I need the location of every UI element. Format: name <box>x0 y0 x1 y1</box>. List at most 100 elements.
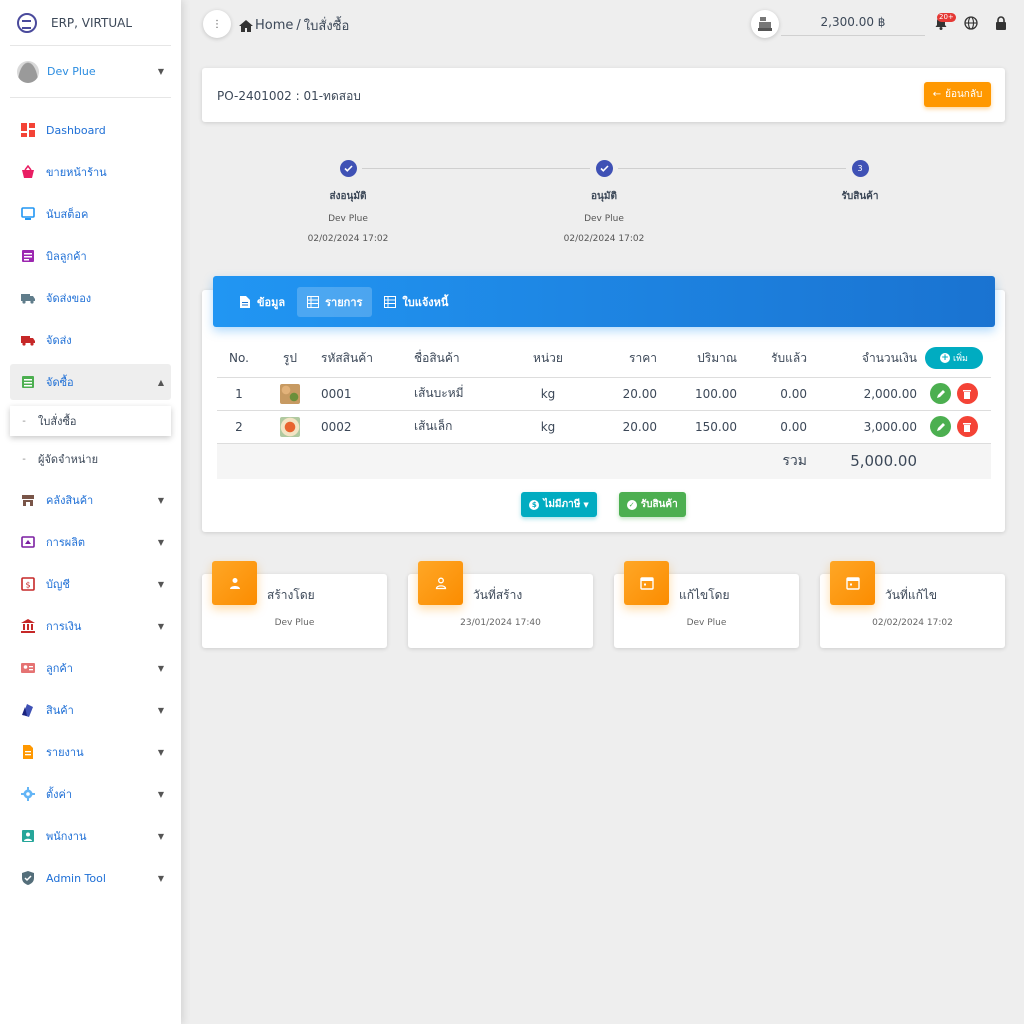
product-thumbnail[interactable] <box>261 410 319 444</box>
arrow-left-icon: ← <box>932 89 942 100</box>
sidebar-subitem-label: ผู้จัดจำหน่าย <box>38 453 99 466</box>
sidebar-item-settings[interactable]: ตั้งค่า ▼ <box>10 776 171 812</box>
home-icon <box>239 19 253 32</box>
bank-icon <box>10 619 46 633</box>
sidebar-item-customer-bill[interactable]: บิลลูกค้า <box>10 238 171 274</box>
pencil-icon <box>936 389 945 398</box>
col-qty: ปริมาณ <box>657 340 737 378</box>
tab-items[interactable]: รายการ <box>297 286 373 317</box>
row-unit: kg <box>509 410 587 444</box>
tab-label: ใบแจ้งหนี้ <box>402 295 449 309</box>
sidebar-item-accounting[interactable]: $ บัญชี ▼ <box>10 566 171 602</box>
tab-info[interactable]: ข้อมูล <box>229 287 295 317</box>
tax-label: ไม่มีภาษี <box>543 499 581 510</box>
delete-button[interactable] <box>956 383 978 404</box>
document-icon <box>240 295 250 308</box>
sidebar-item-finance[interactable]: การเงิน ▼ <box>10 608 171 644</box>
sidebar-subitem-purchase-order[interactable]: - ใบสั่งซื้อ <box>10 406 171 436</box>
lock-icon[interactable] <box>994 16 1008 30</box>
sidebar-item-pos[interactable]: ขายหน้าร้าน <box>10 154 171 190</box>
monitor-icon <box>10 207 46 221</box>
brand[interactable]: ERP, VIRTUAL <box>10 0 171 46</box>
truck-icon <box>10 333 46 347</box>
plus-icon: + <box>940 353 951 364</box>
info-card-edited-date: วันที่แก้ไข 02/02/2024 17:02 <box>820 561 1005 648</box>
sidebar-item-delivery-goods[interactable]: จัดส่งของ <box>10 280 171 316</box>
step-receive: 3 รับสินค้า <box>790 160 930 204</box>
edit-button[interactable] <box>930 383 952 404</box>
step-approve: อนุมัติ Dev Plue 02/02/2024 17:02 <box>534 160 674 244</box>
cash-register-button[interactable] <box>751 10 779 38</box>
add-item-button[interactable]: + เพิ่ม <box>925 347 983 370</box>
tab-label: ข้อมูล <box>257 295 286 309</box>
sidebar-item-purchasing[interactable]: จัดซื้อ ▲ <box>10 364 171 400</box>
back-button[interactable]: ← ย้อนกลับ <box>924 82 991 107</box>
store-icon <box>10 493 46 507</box>
list-icon <box>10 375 46 389</box>
tab-label: รายการ <box>325 295 363 309</box>
breadcrumb-home[interactable]: Home <box>255 18 293 33</box>
user-menu[interactable]: Dev Plue ▼ <box>10 46 171 98</box>
sidebar-item-customers[interactable]: ลูกค้า ▼ <box>10 650 171 686</box>
row-received: 0.00 <box>737 410 807 444</box>
row-qty: 150.00 <box>657 410 737 444</box>
sidebar-item-production[interactable]: การผลิต ▼ <box>10 524 171 560</box>
tax-dropdown-button[interactable]: $ ไม่มีภาษี ▼ <box>521 492 597 517</box>
tab-invoice[interactable]: ใบแจ้งหนี้ <box>374 287 458 317</box>
step-date: 02/02/2024 17:02 <box>563 234 645 244</box>
row-price: 20.00 <box>587 410 657 444</box>
sidebar-item-employees[interactable]: พนักงาน ▼ <box>10 818 171 854</box>
info-title: วันที่สร้าง <box>473 588 523 602</box>
info-title: สร้างโดย <box>267 588 315 602</box>
sidebar-item-label: บิลลูกค้า <box>46 250 87 263</box>
row-received: 0.00 <box>737 377 807 411</box>
sidebar-item-products[interactable]: สินค้า ▼ <box>10 692 171 728</box>
sidebar-item-admin-tool[interactable]: Admin Tool ▼ <box>10 860 171 896</box>
dash-marker: - <box>22 415 26 427</box>
chevron-down-icon: ▼ <box>157 747 165 757</box>
col-amount: จำนวนเงิน <box>807 340 917 378</box>
delete-button[interactable] <box>956 416 978 437</box>
total-value: 5,000.00 <box>807 443 917 479</box>
tag-icon <box>10 703 46 717</box>
tabs-bar: ข้อมูล รายการ ใบแจ้งหนี้ <box>213 276 995 327</box>
chevron-down-icon: ▼ <box>157 579 165 589</box>
globe-icon[interactable] <box>964 16 978 30</box>
sidebar-item-label: การผลิต <box>46 536 86 549</box>
sidebar-item-label: การเงิน <box>46 620 82 633</box>
sidebar-item-warehouse[interactable]: คลังสินค้า ▼ <box>10 482 171 518</box>
bill-icon <box>10 249 46 263</box>
truck-icon <box>10 291 46 305</box>
sidebar-item-dashboard[interactable]: Dashboard <box>10 112 171 148</box>
edit-button[interactable] <box>930 416 952 437</box>
balance-display: 2,300.00 ฿ <box>781 12 925 36</box>
sidebar-item-label: พนักงาน <box>46 830 87 843</box>
row-amount: 2,000.00 <box>807 377 917 411</box>
row-no: 2 <box>217 410 261 444</box>
step-label: ส่งอนุมัติ <box>329 191 367 202</box>
sidebar-item-label: รายงาน <box>46 746 84 759</box>
sidebar-item-label: ลูกค้า <box>46 662 73 675</box>
calendar-icon <box>830 561 875 605</box>
po-header-card: PO-2401002 : 01-ทดสอบ ← ย้อนกลับ <box>202 68 1005 122</box>
sidebar-item-reports[interactable]: รายงาน ▼ <box>10 734 171 770</box>
sidebar-subitem-supplier[interactable]: - ผู้จัดจำหน่าย <box>10 444 171 474</box>
info-card-edited-by: แก้ไขโดย Dev Plue <box>614 561 799 648</box>
col-price: ราคา <box>587 340 657 378</box>
row-qty: 100.00 <box>657 377 737 411</box>
sidebar-item-stock-count[interactable]: นับสต็อค <box>10 196 171 232</box>
breadcrumb-current: ใบสั่งซื้อ <box>303 19 350 34</box>
more-vertical-button[interactable]: ⋮ <box>203 10 231 38</box>
step-by: Dev Plue <box>328 214 368 224</box>
table-icon <box>307 295 320 308</box>
total-row: รวม 5,000.00 <box>217 443 991 479</box>
sidebar-item-delivery[interactable]: จัดส่ง <box>10 322 171 358</box>
dollar-icon: $ <box>529 499 540 510</box>
notification-badge: 20+ <box>937 13 956 22</box>
product-thumbnail[interactable] <box>261 377 319 411</box>
col-unit: หน่วย <box>509 340 587 378</box>
sidebar-nav: Dashboard ขายหน้าร้าน นับสต็อค บิลลูกค้า… <box>0 112 181 896</box>
col-no: No. <box>217 340 261 378</box>
action-buttons: $ ไม่มีภาษี ▼ ✓ รับสินค้า <box>202 492 1005 517</box>
receive-goods-button[interactable]: ✓ รับสินค้า <box>618 492 686 517</box>
